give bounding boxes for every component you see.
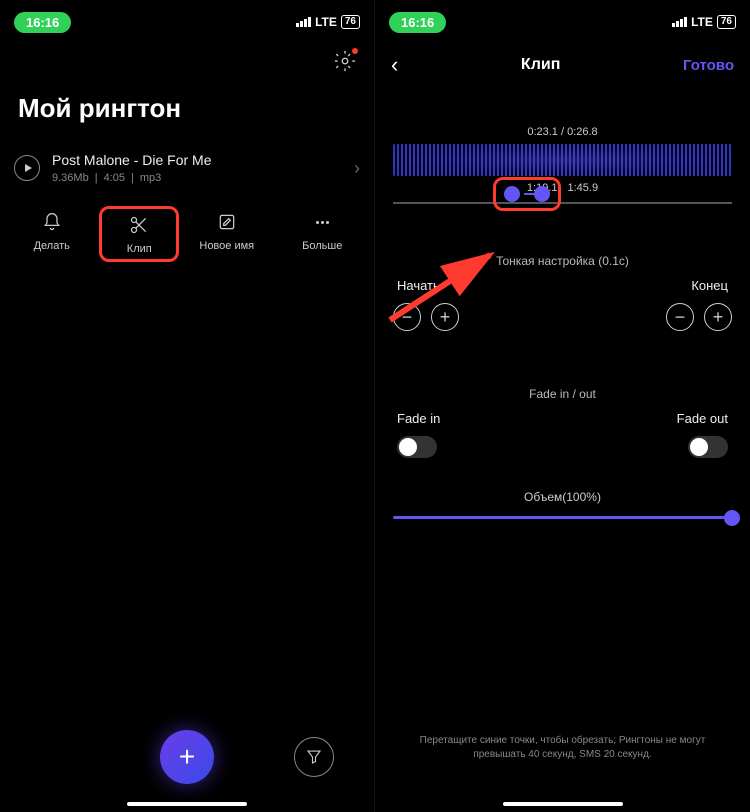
done-button[interactable]: Готово [683,57,734,74]
end-minus-button[interactable]: − [666,303,694,331]
settings-button[interactable] [334,50,356,77]
scissors-icon [127,213,151,237]
waveform[interactable] [393,144,732,176]
add-button[interactable]: + [160,730,214,784]
end-label: Конец [691,278,728,293]
edit-icon [215,210,239,234]
status-bar: 16:16 LTE 76 [375,0,750,44]
notification-dot [352,48,358,54]
fade-out-toggle[interactable] [688,436,728,458]
play-button[interactable] [14,155,40,181]
action-more[interactable]: Больше [282,210,362,258]
start-plus-button[interactable]: + [431,303,459,331]
end-plus-button[interactable]: + [704,303,732,331]
time-pill: 16:16 [389,12,446,33]
play-icon [25,164,32,172]
volume-label: Объем(100%) [375,490,750,504]
status-right: LTE 76 [296,15,360,29]
action-rename[interactable]: Новое имя [187,210,267,258]
track-title: Post Malone - Die For Me [52,152,342,168]
range-end-label: 1:45.9 [568,182,599,194]
filter-icon [305,748,323,766]
fade-section-label: Fade in / out [375,387,750,401]
more-icon [310,210,334,234]
hint-text: Перетащите синие точки, чтобы обрезать; … [405,734,720,762]
trim-start-handle[interactable] [504,186,520,202]
volume-thumb[interactable] [724,510,740,526]
signal-icon [672,17,687,27]
volume-slider[interactable] [393,516,732,519]
chevron-right-icon: › [354,158,360,179]
fine-tune-label: Тонкая настройка (0.1c) [375,254,750,268]
status-right: LTE 76 [672,15,736,29]
time-pill: 16:16 [14,12,71,33]
battery-icon: 76 [717,15,736,29]
track-meta: 9.36Mb | 4:05 | mp3 [52,172,342,184]
clip-title: Клип [521,56,560,74]
back-button[interactable]: ‹ [391,52,398,78]
home-indicator [503,802,623,806]
track-row[interactable]: Post Malone - Die For Me 9.36Mb | 4:05 |… [0,144,374,192]
battery-icon: 76 [341,15,360,29]
start-label: Начать [397,278,440,293]
filter-button[interactable] [294,737,334,777]
network-label: LTE [315,15,337,29]
home-indicator [127,802,247,806]
page-title: Мой рингтон [0,83,374,144]
action-clip[interactable]: Клип [99,206,179,262]
action-make[interactable]: Делать [12,210,92,258]
signal-icon [296,17,311,27]
playback-time: 0:23.1 / 0:26.8 [375,126,750,138]
fade-in-toggle[interactable] [397,436,437,458]
fade-in-label: Fade in [397,411,440,426]
fade-out-label: Fade out [677,411,728,426]
trim-handles[interactable] [493,177,561,211]
bell-icon [40,210,64,234]
status-bar: 16:16 LTE 76 [0,0,374,44]
start-minus-button[interactable]: − [393,303,421,331]
trim-track[interactable] [393,202,732,204]
network-label: LTE [691,15,713,29]
